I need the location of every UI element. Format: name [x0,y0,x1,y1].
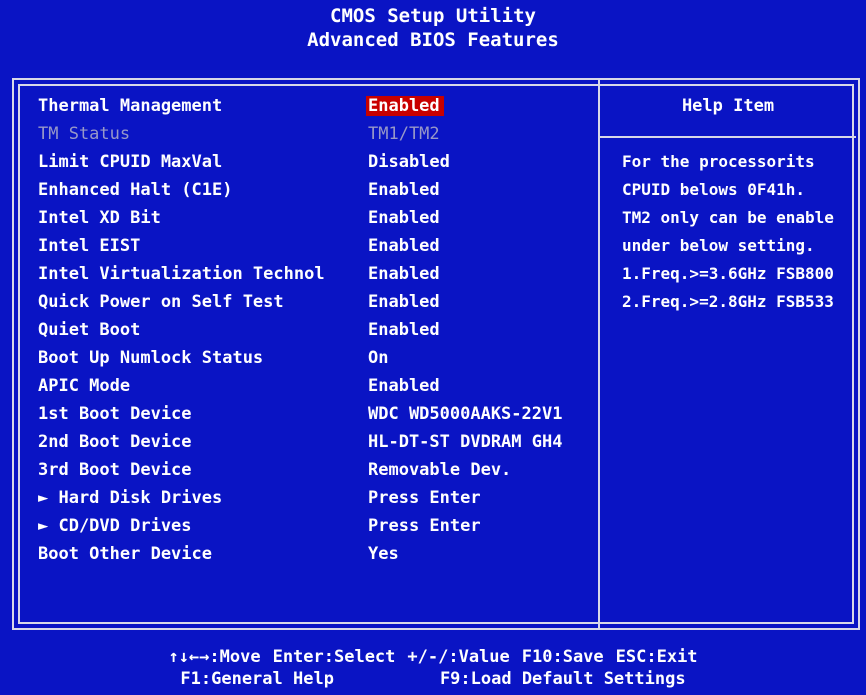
panel-divider [598,80,600,628]
setting-value[interactable]: On [368,344,388,372]
setting-value-text[interactable]: Press Enter [368,488,481,508]
help-line: 2.Freq.>=2.8GHz FSB533 [622,292,834,311]
setting-value[interactable]: WDC WD5000AAKS-22V1 [368,400,562,428]
setting-row[interactable]: Enhanced Halt (C1E) Enabled [38,176,598,204]
help-line: TM2 only can be enable [622,208,834,227]
setting-row[interactable]: ► CD/DVD Drives Press Enter [38,512,598,540]
setting-label: Quiet Boot [38,320,141,340]
setting-label: Intel EIST [38,236,141,256]
footer-key-hint: ESC:Exit [615,647,698,667]
setting-value[interactable]: HL-DT-ST DVDRAM GH4 [368,428,562,456]
setting-label: ► CD/DVD Drives [38,516,192,536]
setting-value[interactable]: Yes [368,540,399,568]
help-divider [600,136,856,138]
setting-row[interactable]: Thermal Management Enabled [38,92,598,120]
setting-value[interactable]: Enabled [368,204,440,232]
setting-label: TM Status [38,124,131,144]
footer-key-hint: F9:Load Default Settings [439,669,686,689]
setting-row[interactable]: APIC Mode Enabled [38,372,598,400]
setting-value-text[interactable]: On [368,348,388,368]
setting-value[interactable]: Enabled [368,176,440,204]
setting-row: TM Status TM1/TM2 [38,120,598,148]
setting-row[interactable]: Intel Virtualization Technol Enabled [38,260,598,288]
bios-screen: CMOS Setup Utility Advanced BIOS Feature… [0,0,866,695]
footer-key-hint: ↑↓←→:Move [168,647,261,667]
setting-label: Intel XD Bit [38,208,161,228]
setting-value-text[interactable]: WDC WD5000AAKS-22V1 [368,404,562,424]
setting-label: Limit CPUID MaxVal [38,152,223,172]
setting-row[interactable]: Limit CPUID MaxVal Disabled [38,148,598,176]
page-title: Advanced BIOS Features [307,29,559,51]
setting-label: Intel Virtualization Technol [38,264,325,284]
setting-value-text: TM1/TM2 [368,124,440,144]
setting-label: 1st Boot Device [38,404,192,424]
setting-row[interactable]: Intel XD Bit Enabled [38,204,598,232]
setting-label: 2nd Boot Device [38,432,192,452]
help-line: under below setting. [622,236,815,255]
footer-keys-line1: ↑↓←→:Move Enter:Select +/-/:Value F10:Save E… [0,646,866,668]
setting-value[interactable]: Press Enter [368,484,481,512]
setting-value[interactable]: Enabled [368,316,440,344]
header: CMOS Setup Utility Advanced BIOS Feature… [0,4,866,52]
setting-label: 3rd Boot Device [38,460,192,480]
setting-value[interactable]: Enabled [366,92,444,120]
setting-value-text[interactable]: Enabled [368,320,440,340]
setting-value-text[interactable]: HL-DT-ST DVDRAM GH4 [368,432,562,452]
setting-row[interactable]: Boot Other Device Yes [38,540,598,568]
help-line: 1.Freq.>=3.6GHz FSB800 [622,264,834,283]
setting-row[interactable]: Quiet Boot Enabled [38,316,598,344]
setting-value-text[interactable]: Enabled [368,180,440,200]
setting-value[interactable]: Enabled [368,232,440,260]
setting-value[interactable]: Enabled [368,260,440,288]
app-title: CMOS Setup Utility [330,5,536,27]
footer: ↑↓←→:Move Enter:Select +/-/:Value F10:Save E… [0,646,866,690]
setting-value[interactable]: Disabled [368,148,450,176]
setting-label: Thermal Management [38,96,223,116]
setting-value-text[interactable]: Press Enter [368,516,481,536]
setting-value-text[interactable]: Enabled [368,376,440,396]
setting-row[interactable]: Boot Up Numlock Status On [38,344,598,372]
footer-keys-line2: F1:General Help F9:Load Default Settings [0,668,866,690]
setting-row[interactable]: 2nd Boot Device HL-DT-ST DVDRAM GH4 [38,428,598,456]
setting-label: ► Hard Disk Drives [38,488,223,508]
selected-value-highlight[interactable]: Enabled [366,96,444,116]
footer-key-hint: +/-/:Value [407,647,510,667]
setting-value-text[interactable]: Enabled [368,264,440,284]
footer-key-hint: Enter:Select [272,647,396,667]
setting-row[interactable]: Intel EIST Enabled [38,232,598,260]
setting-value-text[interactable]: Yes [368,544,399,564]
setting-label: Boot Up Numlock Status [38,348,264,368]
setting-value-text[interactable]: Enabled [368,292,440,312]
setting-value-text[interactable]: Enabled [368,208,440,228]
setting-label: APIC Mode [38,376,131,396]
setting-value-text[interactable]: Enabled [368,236,440,256]
setting-label: Quick Power on Self Test [38,292,284,312]
setting-value[interactable]: Press Enter [368,512,481,540]
setting-row[interactable]: 1st Boot Device WDC WD5000AAKS-22V1 [38,400,598,428]
setting-value[interactable]: Enabled [368,288,440,316]
setting-value[interactable]: Removable Dev. [368,456,511,484]
help-title: Help Item [681,96,775,116]
footer-key-hint: F10:Save [521,647,604,667]
help-line: For the processorits [622,152,815,171]
setting-value: TM1/TM2 [368,120,440,148]
setting-value-text[interactable]: Disabled [368,152,450,172]
setting-row[interactable]: ► Hard Disk Drives Press Enter [38,484,598,512]
footer-key-hint: F1:General Help [180,669,334,689]
setting-value[interactable]: Enabled [368,372,440,400]
help-line: CPUID belows 0F41h. [622,180,806,199]
setting-value-text[interactable]: Removable Dev. [368,460,511,480]
help-text: For the processorits CPUID belows 0F41h. T… [622,148,862,316]
setting-row[interactable]: 3rd Boot Device Removable Dev. [38,456,598,484]
setting-label: Enhanced Halt (C1E) [38,180,233,200]
setting-row[interactable]: Quick Power on Self Test Enabled [38,288,598,316]
settings-list: Thermal Management Enabled TM Status TM1/TM… [38,92,598,568]
setting-label: Boot Other Device [38,544,212,564]
